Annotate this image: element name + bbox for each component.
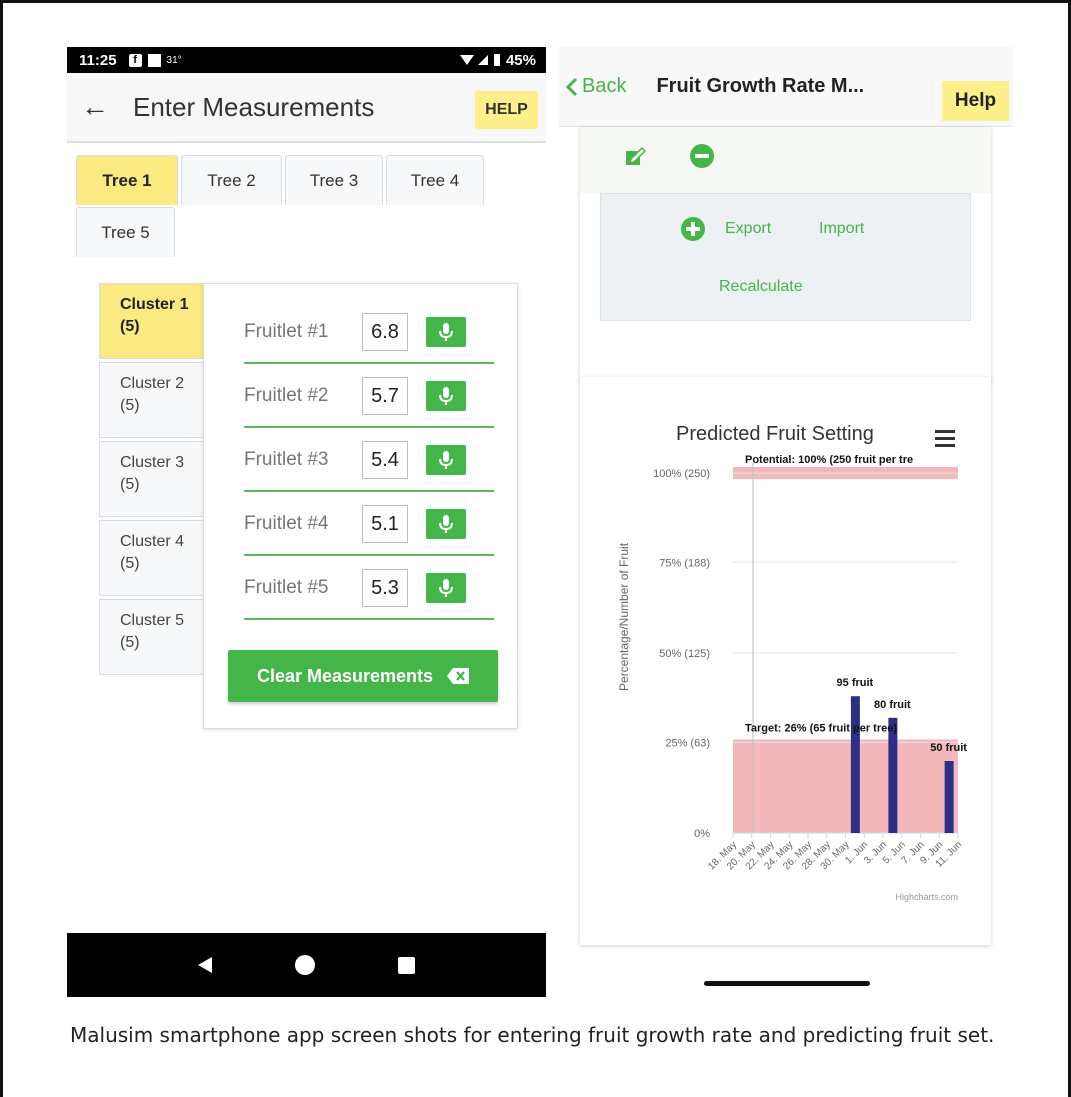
data-actions: Export Import Recalculate <box>600 193 971 321</box>
page-title: Enter Measurements <box>133 91 375 122</box>
status-battery: 45% <box>505 51 536 69</box>
fruitlet-label: Fruitlet #1 <box>244 321 329 342</box>
row-actions <box>580 127 991 193</box>
figure-caption: Malusim smartphone app screen shots for … <box>70 1023 995 1047</box>
microphone-icon[interactable] <box>426 509 466 539</box>
tab-tree-3[interactable]: Tree 3 <box>285 155 383 205</box>
notification-icon <box>147 53 161 67</box>
status-temperature: 31° <box>166 54 182 66</box>
nav-recents-icon[interactable] <box>398 956 415 974</box>
fruitlet-label: Fruitlet #4 <box>244 513 329 534</box>
fruitlet-panel: Fruitlet #1 6.8 Fruitlet #2 5.7 Fruitlet… <box>203 283 518 729</box>
fruitlet-row: Fruitlet #4 5.1 <box>244 494 494 556</box>
edit-icon[interactable] <box>626 147 646 165</box>
actions-card: Export Import Recalculate <box>580 127 991 383</box>
remove-icon[interactable] <box>690 144 714 168</box>
bar <box>888 717 898 833</box>
fruitlet-input[interactable]: 6.8 <box>362 313 408 351</box>
cluster-count: (5) <box>120 318 140 335</box>
tab-tree-1[interactable]: Tree 1 <box>76 155 178 205</box>
tab-tree-5[interactable]: Tree 5 <box>76 207 175 257</box>
cluster-name: Cluster 5 <box>120 612 185 629</box>
tab-tree-4[interactable]: Tree 4 <box>386 155 484 205</box>
clear-measurements-label: Clear Measurements <box>256 665 434 686</box>
bar <box>944 761 954 833</box>
back-button[interactable]: Back <box>566 75 626 98</box>
y-tick-label: 50% (125) <box>659 648 710 660</box>
facebook-icon: f <box>128 53 142 67</box>
target-band <box>733 739 958 833</box>
potential-label: Potential: 100% (250 fruit per tre <box>745 454 913 466</box>
cluster-count: (5) <box>120 397 140 414</box>
nav-back-icon[interactable] <box>198 957 212 973</box>
fruitlet-input[interactable]: 5.3 <box>362 569 408 607</box>
cluster-name: Cluster 1 <box>120 296 189 313</box>
bar <box>850 696 860 833</box>
add-icon[interactable] <box>681 217 705 241</box>
help-button[interactable]: Help <box>942 81 1009 121</box>
microphone-icon[interactable] <box>426 381 466 411</box>
bar-data-label: 95 fruit <box>837 677 874 689</box>
fruitlet-label: Fruitlet #2 <box>244 385 329 406</box>
fruitlet-row: Fruitlet #5 5.3 <box>244 558 494 620</box>
fruitlet-input[interactable]: 5.7 <box>362 377 408 415</box>
microphone-icon[interactable] <box>426 445 466 475</box>
home-indicator <box>704 981 870 986</box>
right-phone-screenshot: Back Fruit Growth Rate M... Help Export … <box>558 47 1013 997</box>
microphone-icon[interactable] <box>426 317 466 347</box>
fruitlet-label: Fruitlet #5 <box>244 577 329 598</box>
cluster-item-5[interactable]: Cluster 5 (5) <box>99 599 209 675</box>
y-axis-title: Percentage/Number of Fruit <box>617 542 631 691</box>
export-link[interactable]: Export <box>725 220 771 238</box>
nav-home-icon[interactable] <box>294 954 316 976</box>
cluster-count: (5) <box>120 476 140 493</box>
back-label: Back <box>582 75 627 97</box>
cluster-name: Cluster 3 <box>120 454 185 471</box>
cluster-item-2[interactable]: Cluster 2 (5) <box>99 362 209 438</box>
y-tick-label: 25% (63) <box>665 737 710 749</box>
back-arrow-icon[interactable]: ← <box>81 91 119 123</box>
bar-data-label: 50 fruit <box>930 742 967 754</box>
recalculate-link[interactable]: Recalculate <box>719 278 803 296</box>
cluster-name: Cluster 4 <box>120 533 185 550</box>
cluster-item-4[interactable]: Cluster 4 (5) <box>99 520 209 596</box>
fruitlet-row: Fruitlet #2 5.7 <box>244 366 494 428</box>
y-tick-label: 75% (188) <box>659 557 710 569</box>
app-bar: ← Enter Measurements HELP <box>67 73 546 143</box>
fruit-setting-chart: 0% 25% (63) 50% (125) 75% (188) 100% (250) Pe… <box>617 454 967 902</box>
signal-icon <box>477 55 488 65</box>
target-label: Target: 26% (65 fruit per tree) <box>745 722 897 734</box>
status-bar: 11:25 f 31° 45% <box>67 47 546 73</box>
import-link[interactable]: Import <box>819 220 864 238</box>
battery-icon <box>493 54 500 66</box>
fruitlet-row: Fruitlet #3 5.4 <box>244 430 494 492</box>
fruitlet-input[interactable]: 5.1 <box>362 505 408 543</box>
cluster-count: (5) <box>120 634 140 651</box>
cluster-count: (5) <box>120 555 140 572</box>
help-button[interactable]: HELP <box>475 91 538 129</box>
app-bar: Back Fruit Growth Rate M... Help <box>558 47 1013 127</box>
fruitlet-input[interactable]: 5.4 <box>362 441 408 479</box>
tab-tree-2[interactable]: Tree 2 <box>181 155 282 205</box>
chevron-left-icon <box>566 77 578 96</box>
chart-card: Predicted Fruit Setting 0% 25% (63) 50% (1… <box>580 377 991 945</box>
page-title: Fruit Growth Rate M... <box>656 75 865 97</box>
highcharts-credit: Highcharts.com <box>895 892 958 902</box>
microphone-icon[interactable] <box>426 573 466 603</box>
status-time: 11:25 <box>79 51 117 69</box>
fruitlet-label: Fruitlet #3 <box>244 449 329 470</box>
android-nav-bar <box>67 933 546 997</box>
y-tick-label: 0% <box>694 828 710 840</box>
cluster-name: Cluster 2 <box>120 375 185 392</box>
bar-data-label: 80 fruit <box>874 699 911 711</box>
cluster-item-1[interactable]: Cluster 1 (5) <box>99 283 209 359</box>
clear-measurements-button[interactable]: Clear Measurements <box>228 650 498 702</box>
backspace-icon <box>447 668 470 684</box>
wifi-icon <box>459 55 474 65</box>
left-phone-screenshot: 11:25 f 31° 45% ← Enter Measurements HEL… <box>67 47 546 997</box>
cluster-item-3[interactable]: Cluster 3 (5) <box>99 441 209 517</box>
fruitlet-row: Fruitlet #1 6.8 <box>244 302 494 364</box>
y-tick-label: 100% (250) <box>653 468 710 480</box>
